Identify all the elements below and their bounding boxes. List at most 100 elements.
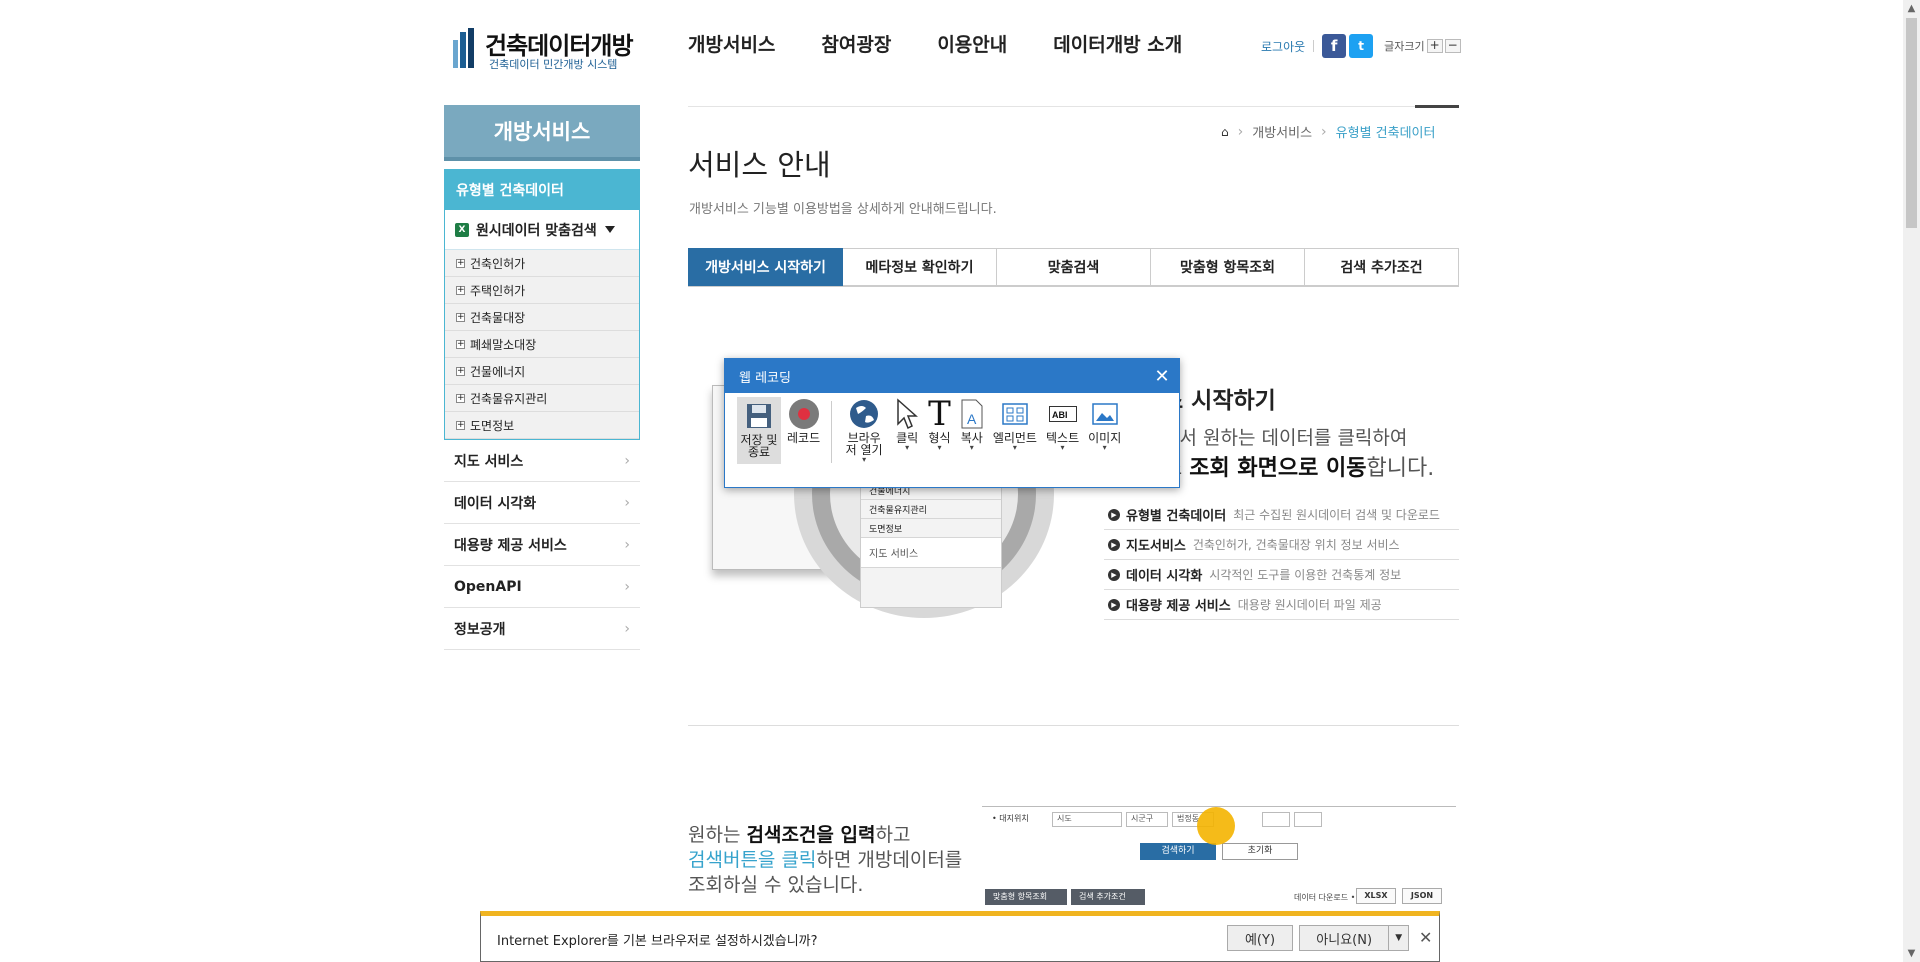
gnb-item-guide[interactable]: 이용안내 — [937, 30, 1007, 57]
logout-link[interactable]: 로그아웃 — [1261, 38, 1305, 55]
text-tool-button[interactable]: ABI 텍스트 ▾ — [1046, 397, 1079, 452]
breadcrumb: ⌂ › 개방서비스 › 유형별 건축데이터 — [1221, 122, 1436, 142]
scroll-up-icon[interactable]: ▲ — [1903, 0, 1920, 17]
tab-start[interactable]: 개방서비스 시작하기 — [688, 248, 843, 286]
vertical-scrollbar[interactable]: ▲ ▼ — [1903, 0, 1920, 962]
shot-xlsx-button: XLSX — [1356, 888, 1396, 904]
gnb-item-about[interactable]: 데이터개방 소개 — [1053, 30, 1182, 57]
illustration-zoom-panel: 건물에너지 건축물유지관리 도면정보 지도 서비스 — [860, 480, 1002, 608]
element-grid-icon — [1002, 397, 1028, 431]
font-increase-button[interactable]: + — [1426, 39, 1443, 53]
dropdown-arrow-icon: ▾ — [937, 443, 942, 452]
click-tool-button[interactable]: 클릭 ▾ — [895, 397, 919, 452]
lnb-menu-label: 정보공개 — [454, 621, 506, 638]
home-icon[interactable]: ⌂ — [1221, 125, 1229, 139]
bullet-arrow-icon: ▶ — [1108, 598, 1120, 611]
lnb-menu-visualization[interactable]: 데이터 시각화 › — [444, 482, 640, 524]
dropdown-arrow-icon: ▾ — [905, 443, 910, 452]
lnb-menu: 지도 서비스 › 데이터 시각화 › 대용량 제공 서비스 › OpenAPI › 정보… — [444, 440, 640, 650]
close-icon[interactable]: ✕ — [1145, 359, 1179, 393]
intro-line2-bold: 조회 화면으로 이동 — [1189, 456, 1367, 481]
scroll-thumb[interactable] — [1906, 18, 1917, 228]
feature-desc: 대용량 원시데이터 파일 제공 — [1237, 598, 1382, 612]
element-tool-button[interactable]: 엘리먼트 ▾ — [993, 397, 1037, 452]
lnb-title: 개방서비스 — [444, 105, 640, 161]
lnb-item-drawing-info[interactable]: + 도면정보 — [445, 412, 639, 439]
recording-titlebar[interactable]: 웹 레코딩 ✕ — [725, 359, 1179, 393]
chevron-right-icon: › — [624, 578, 630, 595]
breadcrumb-current[interactable]: 유형별 건축데이터 — [1336, 122, 1436, 141]
shot-bun-input — [1262, 812, 1290, 827]
ie-yes-button[interactable]: 예(Y) — [1227, 925, 1293, 951]
plus-icon: + — [456, 365, 465, 376]
lnb-sub-list: + 건축인허가 + 주택인허가 + 건축물대장 + 폐쇄말소대장 + 건물에너지 + 건축물… — [445, 250, 639, 439]
font-decrease-button[interactable]: − — [1444, 39, 1461, 53]
plus-icon: + — [456, 392, 465, 403]
tab-custom-search[interactable]: 맞춤검색 — [997, 248, 1151, 286]
copy-tool-button[interactable]: A 복사 ▾ — [960, 397, 984, 452]
facebook-icon[interactable]: f — [1322, 34, 1347, 58]
lnb-item-closed-register[interactable]: + 폐쇄말소대장 — [445, 331, 639, 358]
twitter-icon[interactable]: t — [1349, 34, 1374, 58]
image-tool-button[interactable]: 이미지 ▾ — [1088, 397, 1121, 452]
lnb-active-group: 유형별 건축데이터 X 원시데이터 맞춤검색 + 건축인허가 + 주택인허가 + 건축… — [444, 169, 640, 440]
plus-icon: + — [456, 419, 465, 430]
lnb-menu-disclosure[interactable]: 정보공개 › — [444, 608, 640, 650]
close-icon[interactable]: ✕ — [1419, 928, 1432, 947]
chevron-right-icon: › — [624, 494, 630, 511]
tab-metadata[interactable]: 메타정보 확인하기 — [843, 248, 997, 286]
plus-icon: + — [456, 284, 465, 295]
toolbar-separator — [831, 401, 833, 463]
dropdown-arrow-icon: ▾ — [1060, 443, 1065, 452]
tool-label: 레코드 — [787, 431, 821, 445]
intro-line2: 스 조회 화면으로 이동합니다. — [1162, 450, 1434, 482]
intro-line1: 에서 원하는 데이터를 클릭하여 — [1162, 427, 1408, 449]
illustration-item: 건축물유지관리 — [861, 500, 1001, 519]
lnb-item-building-energy[interactable]: + 건물에너지 — [445, 358, 639, 385]
gnb-item-open-service[interactable]: 개방서비스 — [688, 30, 775, 57]
tool-label: 저장 및 종료 — [740, 433, 778, 459]
chevron-down-icon[interactable]: ▼ — [1388, 926, 1408, 950]
open-browser-button[interactable]: 브라우저 열기 ▾ — [842, 397, 886, 464]
section2-l1-pre: 원하는 — [688, 824, 747, 846]
shot-tab2: 검색 추가조건 — [1071, 889, 1145, 905]
lnb-item-housing-permit[interactable]: + 주택인허가 — [445, 277, 639, 304]
tab-custom-items[interactable]: 맞춤형 항목조회 — [1151, 248, 1305, 286]
chevron-right-icon: › — [1321, 123, 1327, 140]
scroll-down-icon[interactable]: ▼ — [1903, 945, 1920, 962]
feature-name: 대용량 제공 서비스 — [1126, 599, 1231, 614]
lnb-item-building-permit[interactable]: + 건축인허가 — [445, 250, 639, 277]
section2-l1-post: 하고 — [875, 824, 911, 846]
dropdown-arrow-icon: ▾ — [1102, 443, 1107, 452]
left-nav: 개방서비스 유형별 건축데이터 X 원시데이터 맞춤검색 + 건축인허가 + 주택인… — [444, 105, 640, 650]
guide-tabs: 개방서비스 시작하기 메타정보 확인하기 맞춤검색 맞춤형 항목조회 검색 추가… — [688, 248, 1459, 287]
global-nav: 개방서비스 참여광장 이용안내 데이터개방 소개 — [688, 30, 1228, 57]
shot-sigungu-select: 시군구 — [1126, 812, 1168, 827]
logo-mark-icon — [453, 28, 477, 68]
record-button[interactable]: 레코드 — [787, 397, 820, 444]
site-logo[interactable]: 건축데이터개방 건축데이터 민간개방 시스템 — [453, 24, 634, 72]
shot-reset-button: 초기화 — [1222, 843, 1298, 860]
shot-json-button: JSON — [1402, 888, 1442, 904]
lnb-menu-bulk-service[interactable]: 대용량 제공 서비스 › — [444, 524, 640, 566]
type-tool-button[interactable]: T 형식 ▾ — [928, 397, 951, 452]
lnb-group-header[interactable]: 유형별 건축데이터 — [445, 170, 639, 210]
tab-search-conditions[interactable]: 검색 추가조건 — [1305, 248, 1459, 286]
intro-line2-post: 합니다. — [1366, 456, 1435, 481]
svg-text:A: A — [967, 411, 977, 427]
gnb-item-participation[interactable]: 참여광장 — [821, 30, 891, 57]
save-and-exit-button[interactable]: 저장 및 종료 — [737, 397, 781, 464]
bullet-arrow-icon: ▶ — [1108, 508, 1120, 521]
plus-icon: + — [456, 338, 465, 349]
globe-icon — [848, 397, 880, 431]
lnb-item-building-register[interactable]: + 건축물대장 — [445, 304, 639, 331]
breadcrumb-level1[interactable]: 개방서비스 — [1252, 122, 1312, 141]
chevron-right-icon: › — [624, 536, 630, 553]
lnb-menu-map-service[interactable]: 지도 서비스 › — [444, 440, 640, 482]
lnb-item-maintenance[interactable]: + 건축물유지관리 — [445, 385, 639, 412]
lnb-menu-openapi[interactable]: OpenAPI › — [444, 566, 640, 608]
section2-text: 원하는 검색조건을 입력하고 검색버튼을 클릭하면 개방데이터를 조회하실 수 … — [688, 823, 962, 898]
ie-no-button[interactable]: 아니요(N) ▼ — [1299, 925, 1409, 951]
lnb-item-label: 도면정보 — [470, 418, 515, 433]
lnb-sub-raw-search[interactable]: X 원시데이터 맞춤검색 — [445, 210, 639, 250]
